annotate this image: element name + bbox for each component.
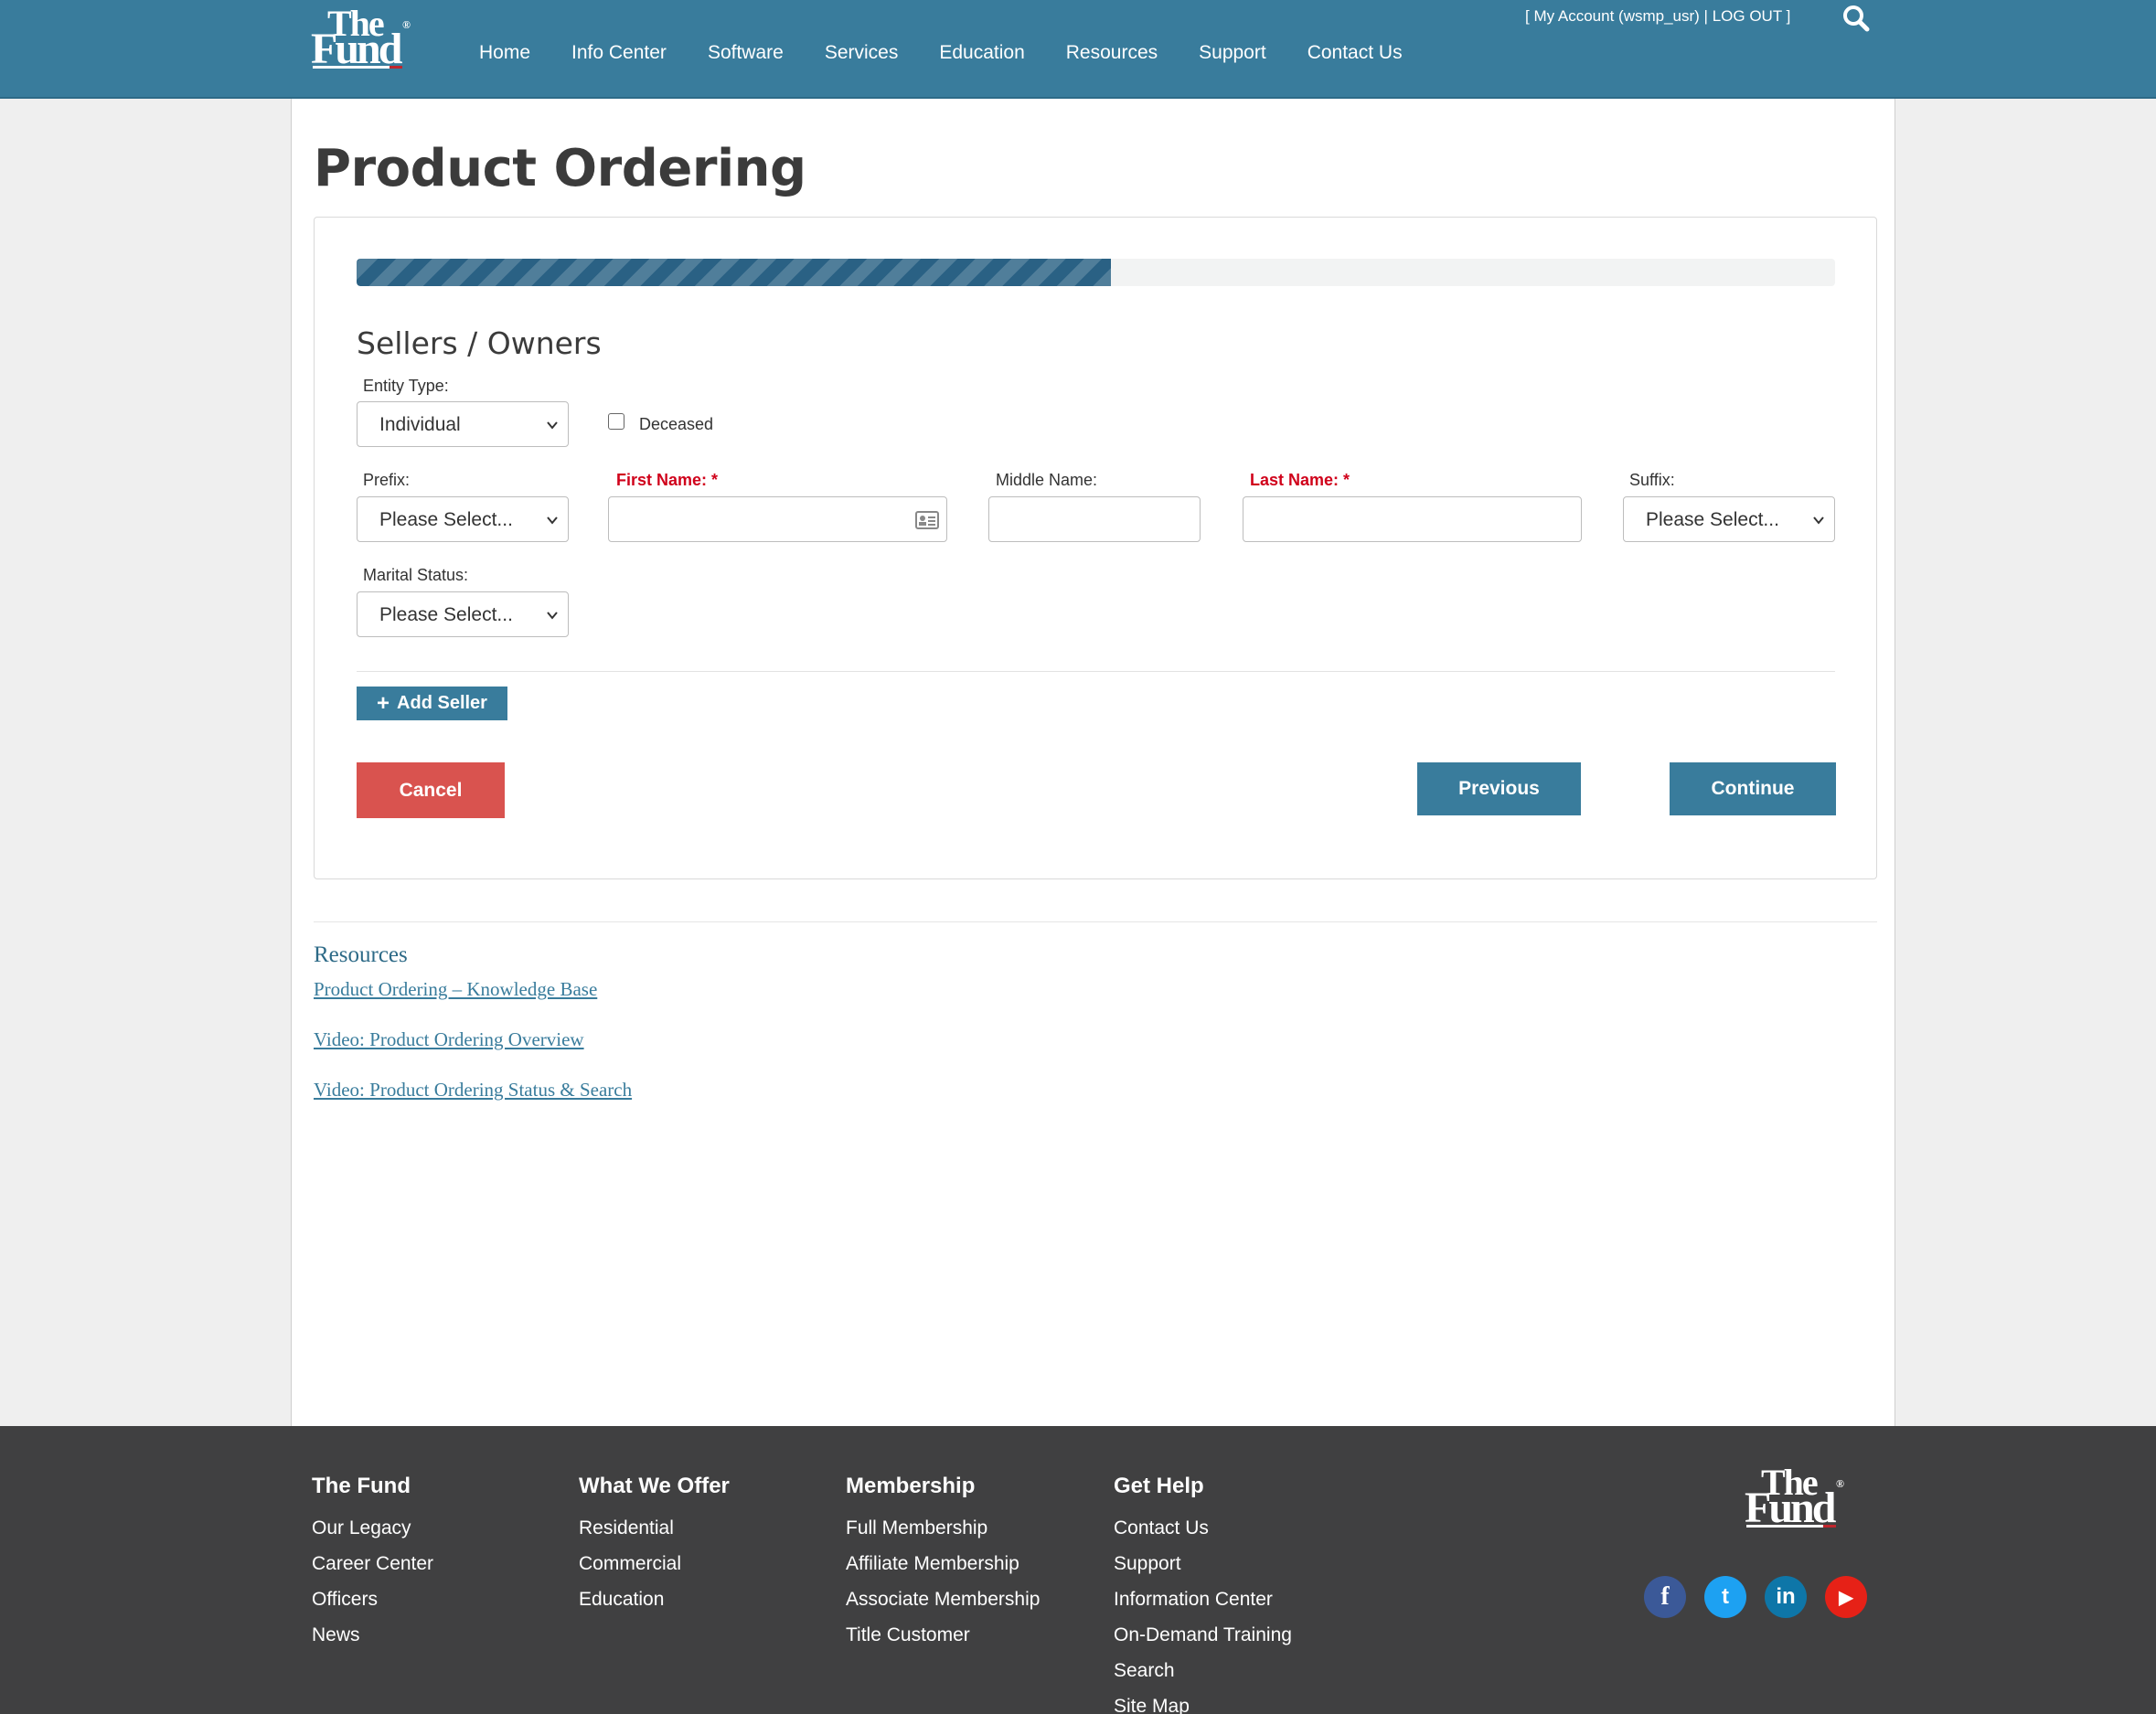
- suffix-value: Please Select...: [1646, 509, 1779, 530]
- add-seller-button[interactable]: + Add Seller: [357, 687, 507, 720]
- marital-status-label: Marital Status:: [363, 566, 469, 584]
- account-links[interactable]: [ My Account (wsmp_usr) | LOG OUT ]: [1525, 7, 1790, 26]
- entity-type-select[interactable]: Individual: [357, 401, 569, 447]
- deceased-checkbox[interactable]: [608, 413, 624, 430]
- chevron-down-icon: [547, 421, 558, 430]
- footer-link[interactable]: Full Membership: [846, 1517, 1040, 1552]
- site-footer: The Fund Our Legacy Career Center Office…: [0, 1426, 2156, 1714]
- order-form-card: Sellers / Owners Entity Type: Individual…: [314, 217, 1877, 879]
- footer-link[interactable]: Associate Membership: [846, 1588, 1040, 1624]
- footer-link[interactable]: Site Map: [1114, 1695, 1292, 1714]
- footer-link[interactable]: Commercial: [579, 1552, 730, 1588]
- chevron-down-icon: [547, 516, 558, 525]
- footer-col-what-we-offer: What We Offer Residential Commercial Edu…: [579, 1474, 730, 1624]
- entity-type-value: Individual: [379, 414, 461, 435]
- footer-link[interactable]: News: [312, 1624, 433, 1659]
- footer-link[interactable]: Affiliate Membership: [846, 1552, 1040, 1588]
- footer-col-the-fund: The Fund Our Legacy Career Center Office…: [312, 1474, 433, 1659]
- resource-link-knowledge-base[interactable]: Product Ordering – Knowledge Base: [314, 978, 597, 1001]
- form-divider: [357, 671, 1835, 672]
- main-nav: Home Info Center Software Services Educa…: [479, 42, 1444, 66]
- footer-link[interactable]: Officers: [312, 1588, 433, 1624]
- the-fund-logo[interactable]: The Fund ®: [311, 5, 411, 71]
- last-name-input[interactable]: [1243, 496, 1582, 542]
- prefix-label: Prefix:: [363, 471, 411, 489]
- middle-name-input[interactable]: [988, 496, 1201, 542]
- main-content: Product Ordering Sellers / Owners Entity…: [291, 99, 1895, 1426]
- footer-link[interactable]: Title Customer: [846, 1624, 1040, 1659]
- section-title: Sellers / Owners: [357, 325, 602, 361]
- nav-contact-us[interactable]: Contact Us: [1307, 42, 1403, 66]
- cancel-button[interactable]: Cancel: [357, 762, 505, 818]
- first-name-input[interactable]: [608, 496, 947, 542]
- youtube-icon[interactable]: ▶: [1825, 1576, 1867, 1618]
- contact-card-icon[interactable]: [915, 511, 939, 529]
- footer-col-title: Membership: [846, 1474, 976, 1498]
- nav-support[interactable]: Support: [1199, 42, 1266, 66]
- page-title: Product Ordering: [314, 139, 806, 198]
- last-name-label: Last Name: *: [1250, 471, 1350, 489]
- nav-resources[interactable]: Resources: [1066, 42, 1158, 66]
- deceased-label: Deceased: [639, 415, 714, 433]
- search-icon[interactable]: [1841, 4, 1871, 33]
- footer-link[interactable]: Education: [579, 1588, 730, 1624]
- linkedin-icon[interactable]: in: [1765, 1576, 1807, 1618]
- twitter-icon[interactable]: t: [1704, 1576, 1746, 1618]
- footer-link[interactable]: Residential: [579, 1517, 730, 1552]
- add-seller-label: Add Seller: [397, 693, 487, 713]
- footer-link[interactable]: Contact Us: [1114, 1517, 1292, 1552]
- entity-type-label: Entity Type:: [363, 377, 449, 395]
- continue-button[interactable]: Continue: [1670, 762, 1836, 815]
- prefix-value: Please Select...: [379, 509, 513, 530]
- facebook-icon[interactable]: f: [1644, 1576, 1686, 1618]
- previous-button[interactable]: Previous: [1417, 762, 1581, 815]
- chevron-down-icon: [547, 612, 558, 620]
- nav-services[interactable]: Services: [825, 42, 899, 66]
- footer-link[interactable]: Career Center: [312, 1552, 433, 1588]
- footer-col-title: The Fund: [312, 1474, 411, 1498]
- nav-software[interactable]: Software: [708, 42, 784, 66]
- footer-col-membership: Membership Full Membership Affiliate Mem…: [846, 1474, 1040, 1659]
- footer-col-title: Get Help: [1114, 1474, 1204, 1498]
- suffix-select[interactable]: Please Select...: [1623, 496, 1835, 542]
- marital-status-select[interactable]: Please Select...: [357, 591, 569, 637]
- the-fund-logo-footer[interactable]: The Fund ®: [1745, 1464, 1845, 1530]
- resource-link-status-search-video[interactable]: Video: Product Ordering Status & Search: [314, 1079, 632, 1102]
- resources-divider: [314, 921, 1877, 922]
- progress-bar: [357, 259, 1835, 286]
- site-header: The Fund ® Home Info Center Software Ser…: [0, 0, 2156, 99]
- resources-title: Resources: [314, 942, 408, 967]
- suffix-label: Suffix:: [1629, 471, 1675, 489]
- footer-link[interactable]: Information Center: [1114, 1588, 1292, 1624]
- footer-col-get-help: Get Help Contact Us Support Information …: [1114, 1474, 1292, 1714]
- footer-link[interactable]: Our Legacy: [312, 1517, 433, 1552]
- footer-col-title: What We Offer: [579, 1474, 730, 1498]
- middle-name-label: Middle Name:: [996, 471, 1098, 489]
- nav-home[interactable]: Home: [479, 42, 530, 66]
- marital-status-value: Please Select...: [379, 604, 513, 625]
- resource-link-overview-video[interactable]: Video: Product Ordering Overview: [314, 1028, 584, 1051]
- plus-icon: +: [377, 690, 390, 716]
- first-name-label: First Name: *: [616, 471, 719, 489]
- progress-bar-fill: [357, 259, 1111, 286]
- nav-education[interactable]: Education: [939, 42, 1024, 66]
- nav-info-center[interactable]: Info Center: [571, 42, 667, 66]
- footer-link[interactable]: On-Demand Training: [1114, 1624, 1292, 1659]
- footer-link[interactable]: Search: [1114, 1659, 1292, 1695]
- chevron-down-icon: [1813, 516, 1824, 525]
- footer-link[interactable]: Support: [1114, 1552, 1292, 1588]
- prefix-select[interactable]: Please Select...: [357, 496, 569, 542]
